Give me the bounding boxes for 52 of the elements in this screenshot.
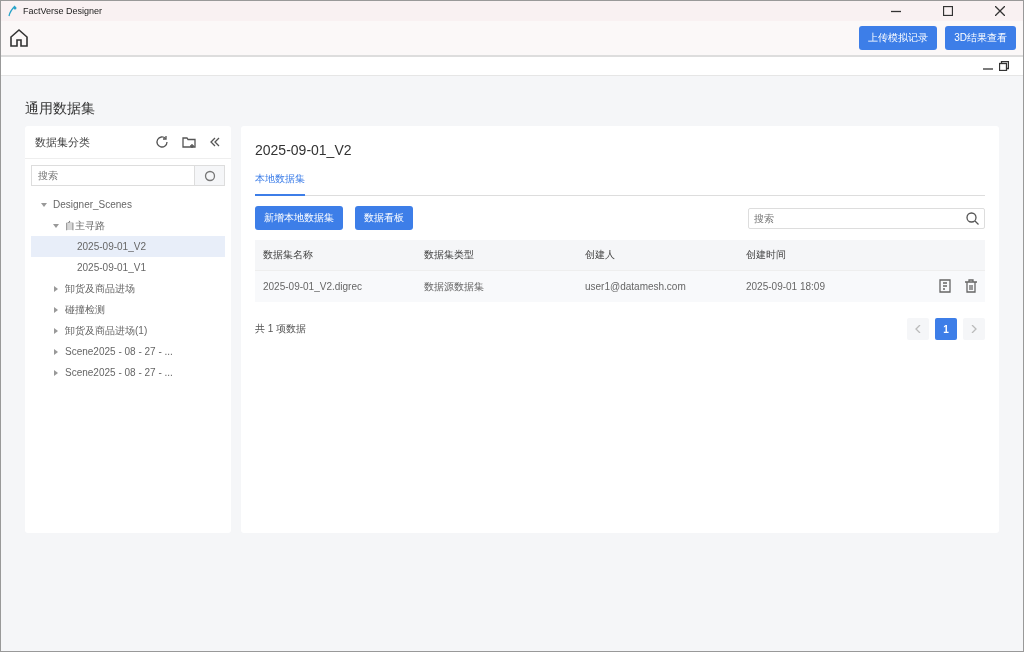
app-logo-icon — [7, 5, 17, 17]
search-field[interactable]: 搜索 — [748, 207, 985, 229]
window-title: FactVerse Designer — [23, 6, 103, 16]
refresh-icon[interactable] — [155, 135, 169, 149]
page-button[interactable]: 1 — [935, 318, 957, 340]
table-cell: 2025-09-01_V2.digrec — [255, 270, 416, 302]
caret-right-icon — [53, 306, 59, 313]
dataset-title: 2025-09-01_V2 — [255, 142, 353, 158]
action-button[interactable]: 新增本地数据集 — [255, 206, 343, 230]
page-title: 通用数据集 — [25, 100, 96, 118]
collapse-icon[interactable] — [209, 136, 221, 148]
delete-icon[interactable] — [965, 278, 977, 293]
search-field[interactable]: 搜索 — [31, 165, 194, 186]
tree-item[interactable]: Designer_Scenes — [31, 194, 225, 215]
column-header: 创建时间 — [738, 240, 882, 271]
tree-item[interactable]: 2025-09-01_V2 — [31, 236, 225, 257]
tree-item[interactable]: 2025-09-01_V1 — [31, 257, 225, 278]
search-button[interactable] — [194, 165, 225, 186]
tree-item[interactable]: Scene2025 - 08 - 27 - ... — [31, 362, 225, 383]
column-header: 数据集名称 — [255, 240, 416, 271]
caret-right-icon — [53, 348, 59, 355]
caret-right-icon — [53, 327, 59, 334]
caret-right-icon — [53, 285, 59, 292]
search-icon — [966, 211, 979, 225]
tree-item[interactable]: 卸货及商品进场 — [31, 278, 225, 299]
caret-down-icon — [41, 201, 47, 208]
column-header: 数据集类型 — [416, 240, 577, 271]
toolbar-button[interactable]: 上传模拟记录 — [859, 26, 938, 50]
toolbar-button[interactable]: 3D结果查看 — [945, 26, 1016, 50]
chevron-right-icon — [971, 325, 977, 333]
chevron-left-icon — [915, 325, 921, 333]
close-icon[interactable] — [995, 6, 1005, 16]
tab[interactable]: 本地数据集 — [255, 172, 305, 196]
maximize-icon[interactable] — [943, 6, 953, 16]
home-icon[interactable] — [9, 28, 29, 48]
tree-item[interactable]: Scene2025 - 08 - 27 - ... — [31, 341, 225, 362]
table-cell: 数据源数据集 — [416, 270, 577, 302]
document-icon[interactable] — [939, 278, 951, 293]
sidebar-title: 数据集分类 — [35, 134, 90, 150]
action-button[interactable]: 数据看板 — [355, 206, 413, 230]
total-count: 共 1 项数据 — [255, 322, 307, 336]
tree-item[interactable]: 碰撞检测 — [31, 299, 225, 320]
caret-down-icon — [53, 222, 59, 229]
restore-icon[interactable] — [999, 61, 1009, 71]
tree-item[interactable]: 自主寻路 — [31, 215, 225, 236]
tree-item[interactable]: 卸货及商品进场(1) — [31, 320, 225, 341]
search-icon — [203, 169, 216, 182]
add-folder-icon[interactable] — [182, 135, 196, 149]
table-cell: 2025-09-01 18:09 — [738, 270, 882, 302]
table-cell: user1@datamesh.com — [577, 270, 738, 302]
caret-right-icon — [53, 369, 59, 376]
column-header: 创建人 — [577, 240, 738, 271]
